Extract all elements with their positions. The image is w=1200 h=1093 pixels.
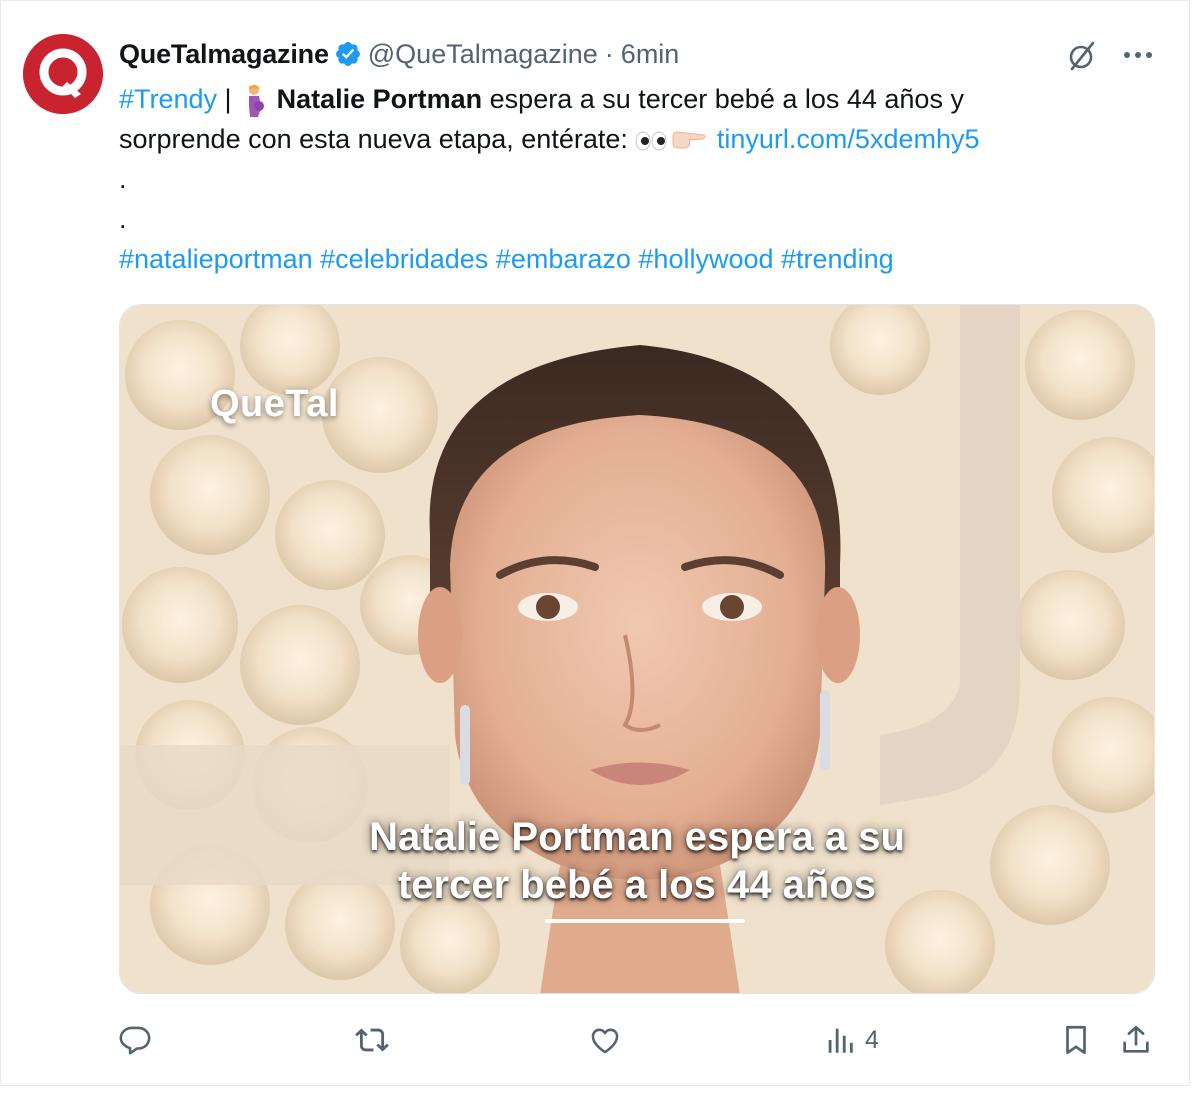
text-line1-rest: espera a su tercer bebé a los 44 años y [482, 84, 964, 114]
views-count: 4 [865, 1025, 879, 1054]
tweet-hashtags: #natalieportman #celebridades #embarazo … [119, 239, 1129, 279]
author-handle[interactable]: @QueTalmagazine [368, 39, 598, 70]
quetal-logo [23, 34, 103, 114]
verified-badge-icon [335, 42, 360, 66]
pointing-right-emoji-icon [672, 131, 706, 149]
tweet-text-line-2: sorprende con esta nueva etapa, entérate… [119, 119, 1129, 159]
views-button[interactable]: 4 [823, 1023, 879, 1057]
action-bar: 4 [1, 1011, 1191, 1071]
hashtag-trendy[interactable]: #Trendy [119, 84, 217, 114]
tweet-card[interactable]: QueTalmagazine @QueTalmagazine · 6min #T… [0, 0, 1190, 1086]
media-caption-line-2: tercer bebé a los 44 años [397, 863, 876, 907]
retweet-icon [355, 1028, 389, 1052]
header-separator: · [604, 38, 614, 69]
text-pipe: | [217, 84, 240, 114]
pregnant-woman-emoji-icon [249, 84, 265, 117]
grok-icon[interactable] [1064, 38, 1100, 74]
hashtag-hollywood[interactable]: #hollywood [638, 244, 773, 274]
media-watermark: QueTal [210, 383, 339, 425]
more-options-icon[interactable] [1121, 41, 1155, 69]
hashtag-embarazo[interactable]: #embarazo [496, 244, 631, 274]
views-icon [828, 1028, 853, 1053]
tweet-text-dot-1: . [119, 164, 127, 194]
tweet-media[interactable]: QueTal Natalie Portman espera a su terce… [119, 304, 1155, 994]
bookmark-button[interactable] [1059, 1023, 1093, 1057]
media-caption-line-1: Natalie Portman espera a su [369, 815, 905, 859]
eyes-emoji-icon [635, 131, 667, 151]
tweet-text-dot-2: . [119, 204, 127, 234]
bookmark-icon [1066, 1025, 1086, 1055]
reply-icon [119, 1026, 151, 1055]
retweet-button[interactable] [353, 1023, 391, 1057]
hashtag-natalieportman[interactable]: #natalieportman [119, 244, 313, 274]
bold-name: Natalie Portman [276, 84, 483, 114]
share-button[interactable] [1119, 1023, 1153, 1057]
avatar[interactable] [23, 34, 103, 114]
tweet-text: #Trendy | Natalie Portman espera a su te… [119, 79, 1129, 279]
reply-button[interactable] [117, 1023, 153, 1057]
timestamp[interactable]: 6min [621, 39, 680, 70]
hashtag-trending[interactable]: #trending [781, 244, 894, 274]
share-icon [1123, 1025, 1149, 1053]
tweet-header: QueTalmagazine @QueTalmagazine · 6min [119, 34, 679, 74]
media-caption: Natalie Portman espera a su tercer bebé … [120, 813, 1154, 909]
caption-underline [545, 919, 745, 923]
like-button[interactable] [587, 1023, 623, 1057]
text-line2: sorprende con esta nueva etapa, entérate… [119, 124, 636, 154]
tweet-link[interactable]: tinyurl.com/5xdemhy5 [717, 124, 980, 154]
like-icon [591, 1028, 619, 1054]
hashtag-celebridades[interactable]: #celebridades [320, 244, 488, 274]
tweet-text-line-1: #Trendy | Natalie Portman espera a su te… [119, 79, 1129, 119]
author-name[interactable]: QueTalmagazine [119, 39, 329, 70]
